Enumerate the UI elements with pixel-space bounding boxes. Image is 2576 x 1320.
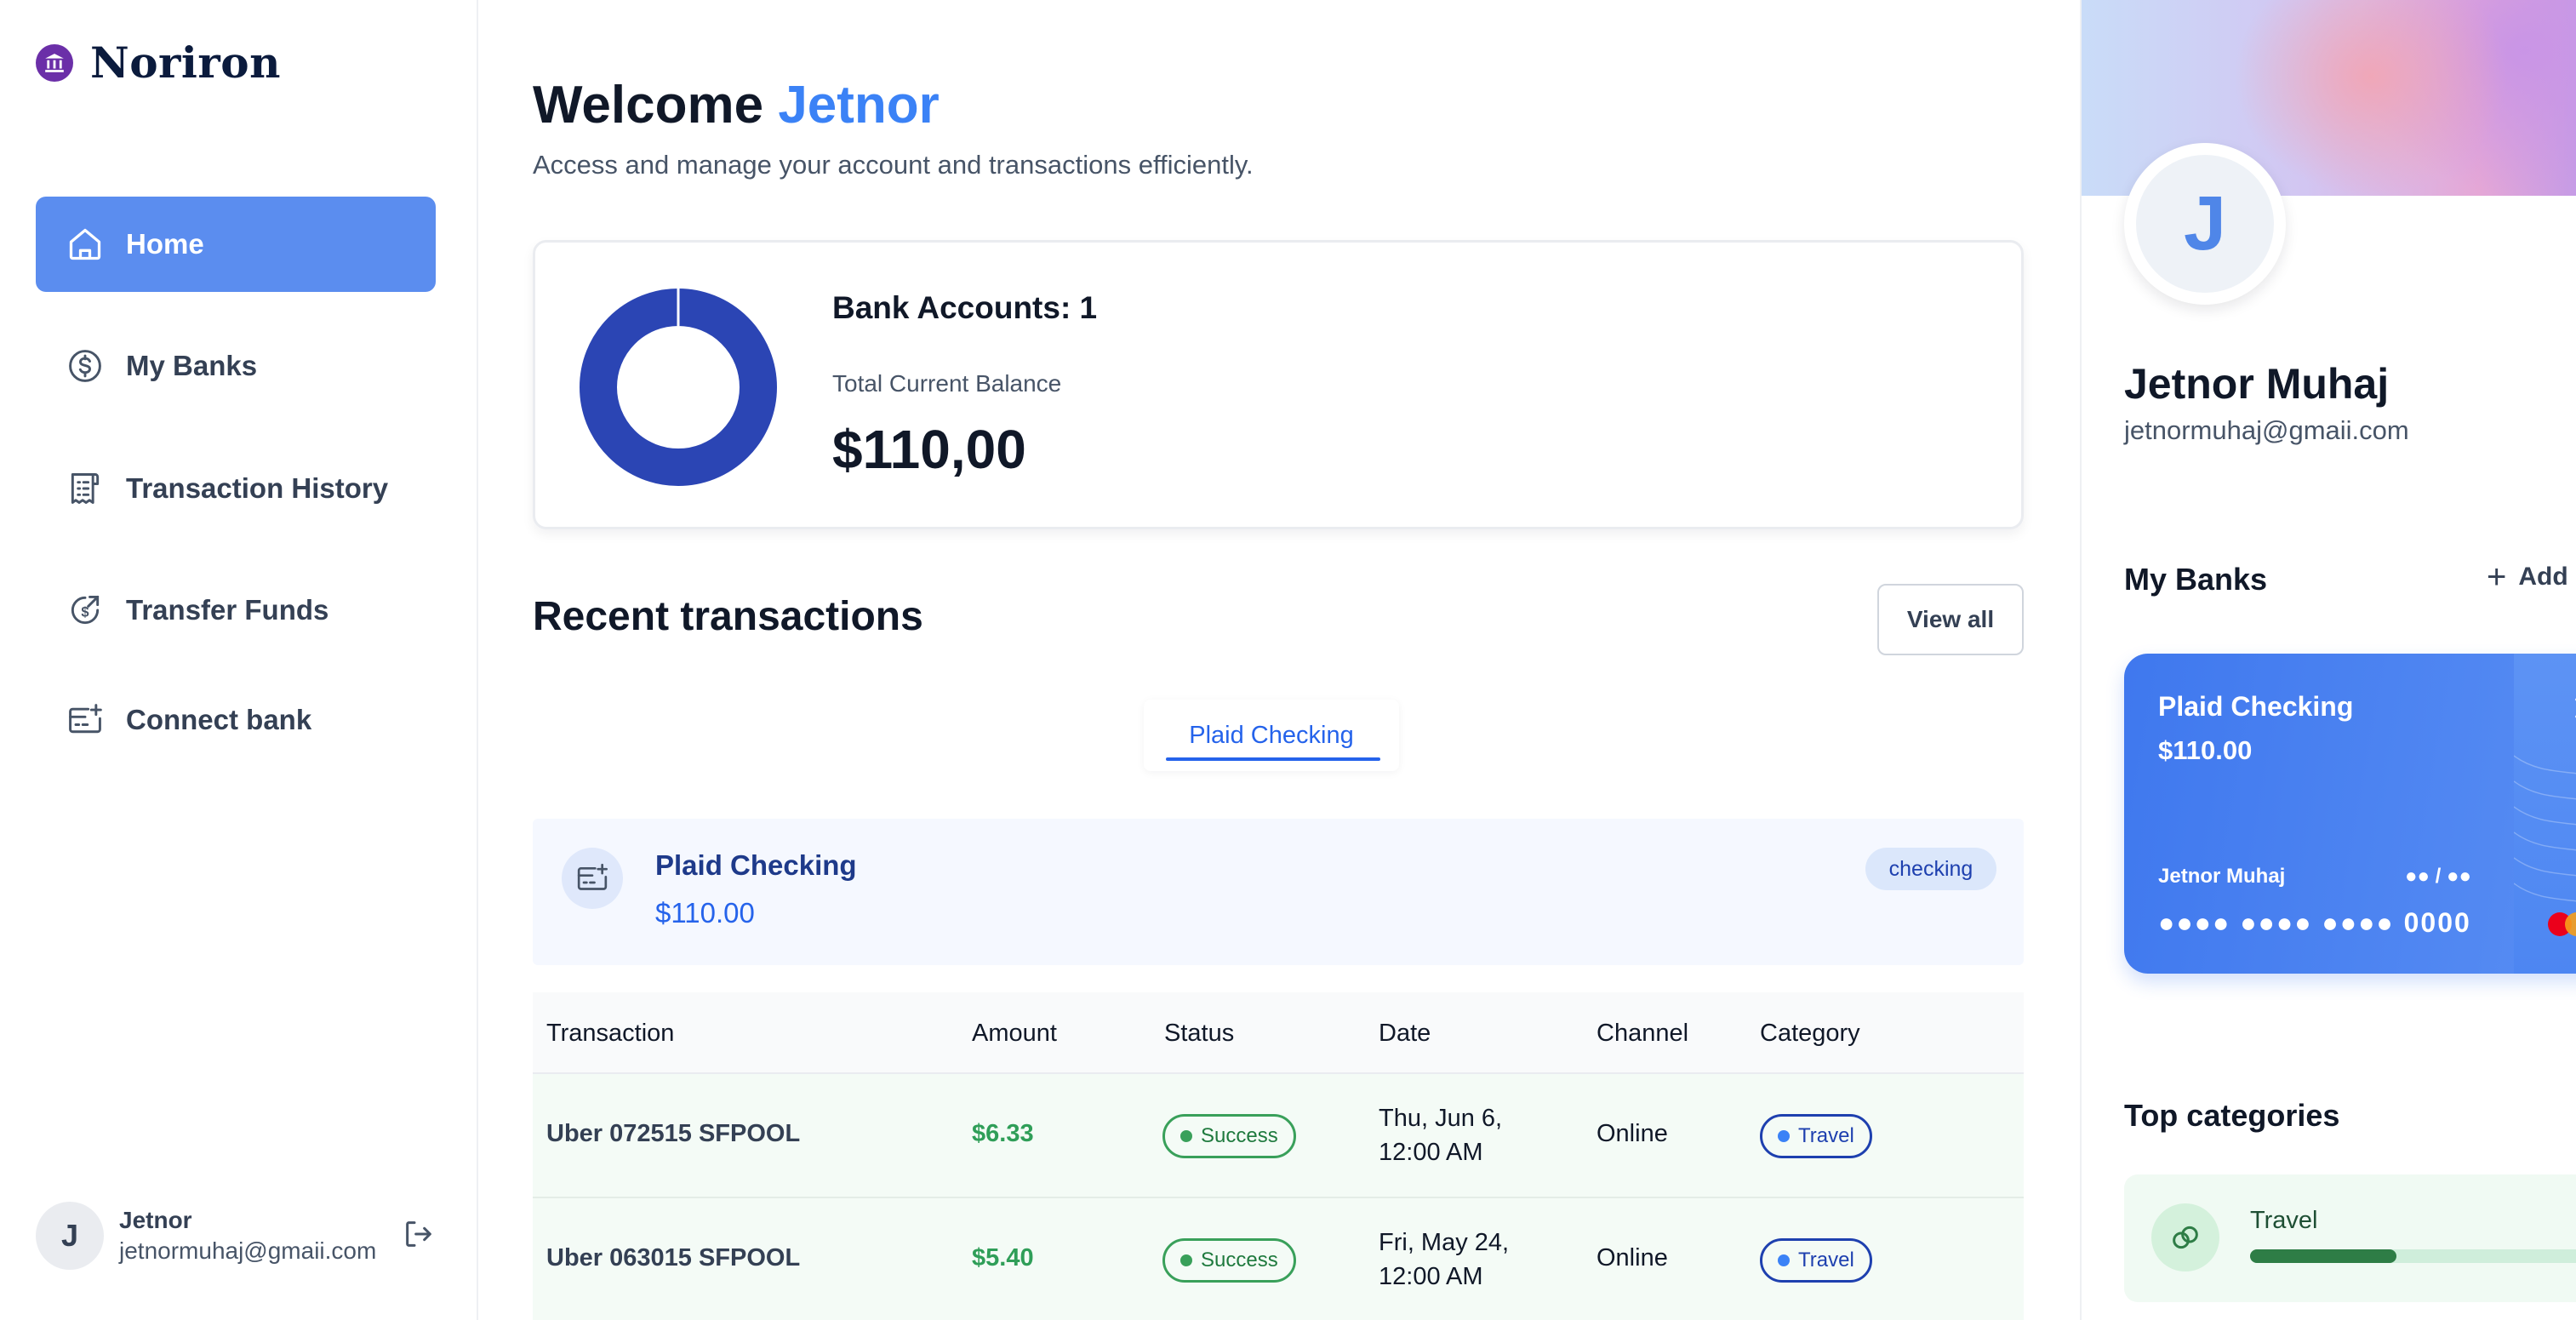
sidebar-item-label: Connect bank xyxy=(126,704,312,735)
avatar[interactable]: J xyxy=(36,1202,104,1270)
receipt-icon xyxy=(65,468,106,509)
main-content: Welcome Jetnor Access and manage your ac… xyxy=(478,0,2080,1320)
transaction-channel: Online xyxy=(1596,1120,1668,1147)
bank-icon xyxy=(36,43,73,82)
home-icon xyxy=(65,224,106,265)
status-label: Success xyxy=(1201,1249,1278,1271)
table-row[interactable]: Uber 072515 SFPOOL $6.33 Success Thu, Ju… xyxy=(533,1074,2024,1198)
column-header: Channel xyxy=(1596,1020,1689,1047)
my-banks-title: My Banks xyxy=(2124,562,2268,597)
card-holder-name: Jetnor Muhaj xyxy=(2158,865,2286,888)
sidebar-item-connect-bank[interactable]: Connect bank xyxy=(36,672,436,768)
view-all-button[interactable]: View all xyxy=(1877,584,2024,655)
category-label: Travel xyxy=(1798,1124,1854,1147)
date-time: 12:00 AM xyxy=(1379,1263,1483,1290)
sidebar-item-transaction-history[interactable]: Transaction History xyxy=(36,441,436,536)
total-balance-card: Bank Accounts: 1 Total Current Balance $… xyxy=(533,240,2024,529)
card-bank-name: Plaid Checking xyxy=(2158,691,2354,722)
column-header: Date xyxy=(1379,1020,1431,1047)
category-progress-fill xyxy=(2250,1249,2396,1263)
sidebar-item-label: Transfer Funds xyxy=(126,594,329,626)
svg-text:$: $ xyxy=(81,604,89,620)
account-name: Plaid Checking xyxy=(655,849,857,881)
dollar-circle-icon xyxy=(65,346,106,386)
card-pattern xyxy=(2513,654,2576,974)
profile-email: jetnormuhaj@gmaii.com xyxy=(2124,415,2409,445)
donut-slice-0 xyxy=(580,289,777,486)
column-header: Amount xyxy=(972,1020,1057,1047)
table-header: Transaction Amount Status Date Channel C… xyxy=(533,992,2024,1074)
page-title: Welcome Jetnor xyxy=(533,75,940,135)
profile-name: Jetnor Muhaj xyxy=(2124,360,2390,408)
category-badge: Travel xyxy=(1760,1238,1872,1283)
sidebar-item-transfer-funds[interactable]: $ Transfer Funds xyxy=(36,563,436,658)
balance-donut-chart xyxy=(580,289,777,486)
card-add-icon xyxy=(562,848,623,909)
sidebar-item-label: My Banks xyxy=(126,350,258,381)
status-badge: Success xyxy=(1162,1238,1296,1283)
card-expiry: ●● / ●● xyxy=(2405,865,2471,888)
transaction-name: Uber 063015 SFPOOL xyxy=(546,1244,801,1271)
transaction-amount: $6.33 xyxy=(972,1120,1034,1147)
user-name: Jetnor xyxy=(119,1207,192,1233)
add-bank-button[interactable]: + Add xyxy=(2487,558,2568,596)
column-header: Transaction xyxy=(546,1020,675,1047)
category-progress-track xyxy=(2250,1249,2576,1263)
date-time: 12:00 AM xyxy=(1379,1139,1483,1166)
sidebar: Noriron Home My Banks Transaction Histor… xyxy=(0,0,478,1320)
table-row[interactable]: Uber 063015 SFPOOL $5.40 Success Fri, Ma… xyxy=(533,1198,2024,1320)
sidebar-item-my-banks[interactable]: My Banks xyxy=(36,318,436,414)
card-number: ●●●● ●●●● ●●●● 0000 xyxy=(2158,907,2471,938)
bank-accounts-count: Bank Accounts: 1 xyxy=(832,290,1098,325)
bank-card[interactable]: Plaid Checking $110.00 Jetnor Muhaj ●● /… xyxy=(2124,654,2576,974)
transaction-name: Uber 072515 SFPOOL xyxy=(546,1120,801,1147)
column-header: Status xyxy=(1164,1020,1235,1047)
category-name: Travel xyxy=(2250,1207,2318,1234)
money-send-icon: $ xyxy=(65,590,106,631)
column-header: Category xyxy=(1760,1020,1860,1047)
date-day: Thu, Jun 6, xyxy=(1379,1105,1503,1132)
total-balance-label: Total Current Balance xyxy=(832,370,1062,397)
card-balance: $110.00 xyxy=(2158,735,2253,765)
top-categories-title: Top categories xyxy=(2124,1098,2340,1133)
category-label: Travel xyxy=(1798,1249,1854,1271)
total-balance-value: $110,00 xyxy=(832,419,1026,480)
transactions-table: Transaction Amount Status Date Channel C… xyxy=(533,992,2024,1320)
page-subtitle: Access and manage your account and trans… xyxy=(533,150,1254,180)
status-badge: Success xyxy=(1162,1114,1296,1158)
welcome-user-name: Jetnor xyxy=(778,76,940,134)
brand-logo[interactable]: Noriron xyxy=(36,37,281,88)
sidebar-user: J Jetnor jetnormuhaj@gmaii.com xyxy=(36,1202,444,1270)
transaction-date: Fri, May 24, 12:00 AM xyxy=(1379,1226,1509,1294)
recent-transactions-title: Recent transactions xyxy=(533,594,923,639)
logout-icon[interactable] xyxy=(402,1217,436,1255)
date-day: Fri, May 24, xyxy=(1379,1229,1510,1256)
profile-avatar-initial: J xyxy=(2136,155,2274,293)
account-summary[interactable]: Plaid Checking $110.00 checking xyxy=(533,819,2024,965)
account-type-badge: checking xyxy=(1865,848,1996,890)
plus-icon: + xyxy=(2487,558,2507,596)
mastercard-icon xyxy=(2545,909,2576,944)
transaction-channel: Online xyxy=(1596,1244,1668,1271)
transaction-amount: $5.40 xyxy=(972,1244,1034,1271)
account-balance: $110.00 xyxy=(655,897,755,929)
right-sidebar: J Jetnor Muhaj jetnormuhaj@gmaii.com My … xyxy=(2080,0,2576,1320)
sidebar-item-label: Home xyxy=(126,228,204,260)
welcome-prefix: Welcome xyxy=(533,76,764,134)
active-tab-indicator xyxy=(1166,757,1380,761)
category-item-travel[interactable]: Travel xyxy=(2124,1174,2576,1302)
category-badge: Travel xyxy=(1760,1114,1872,1158)
status-label: Success xyxy=(1201,1124,1278,1147)
profile-avatar[interactable]: J xyxy=(2124,143,2286,305)
sidebar-item-label: Transaction History xyxy=(126,472,389,504)
sidebar-item-home[interactable]: Home xyxy=(36,197,436,292)
link-icon xyxy=(2151,1203,2219,1271)
brand-name: Noriron xyxy=(90,37,281,88)
transaction-date: Thu, Jun 6, 12:00 AM xyxy=(1379,1101,1502,1169)
user-email: jetnormuhaj@gmaii.com xyxy=(119,1237,377,1264)
card-add-icon xyxy=(65,700,106,740)
add-bank-label: Add xyxy=(2518,563,2568,591)
